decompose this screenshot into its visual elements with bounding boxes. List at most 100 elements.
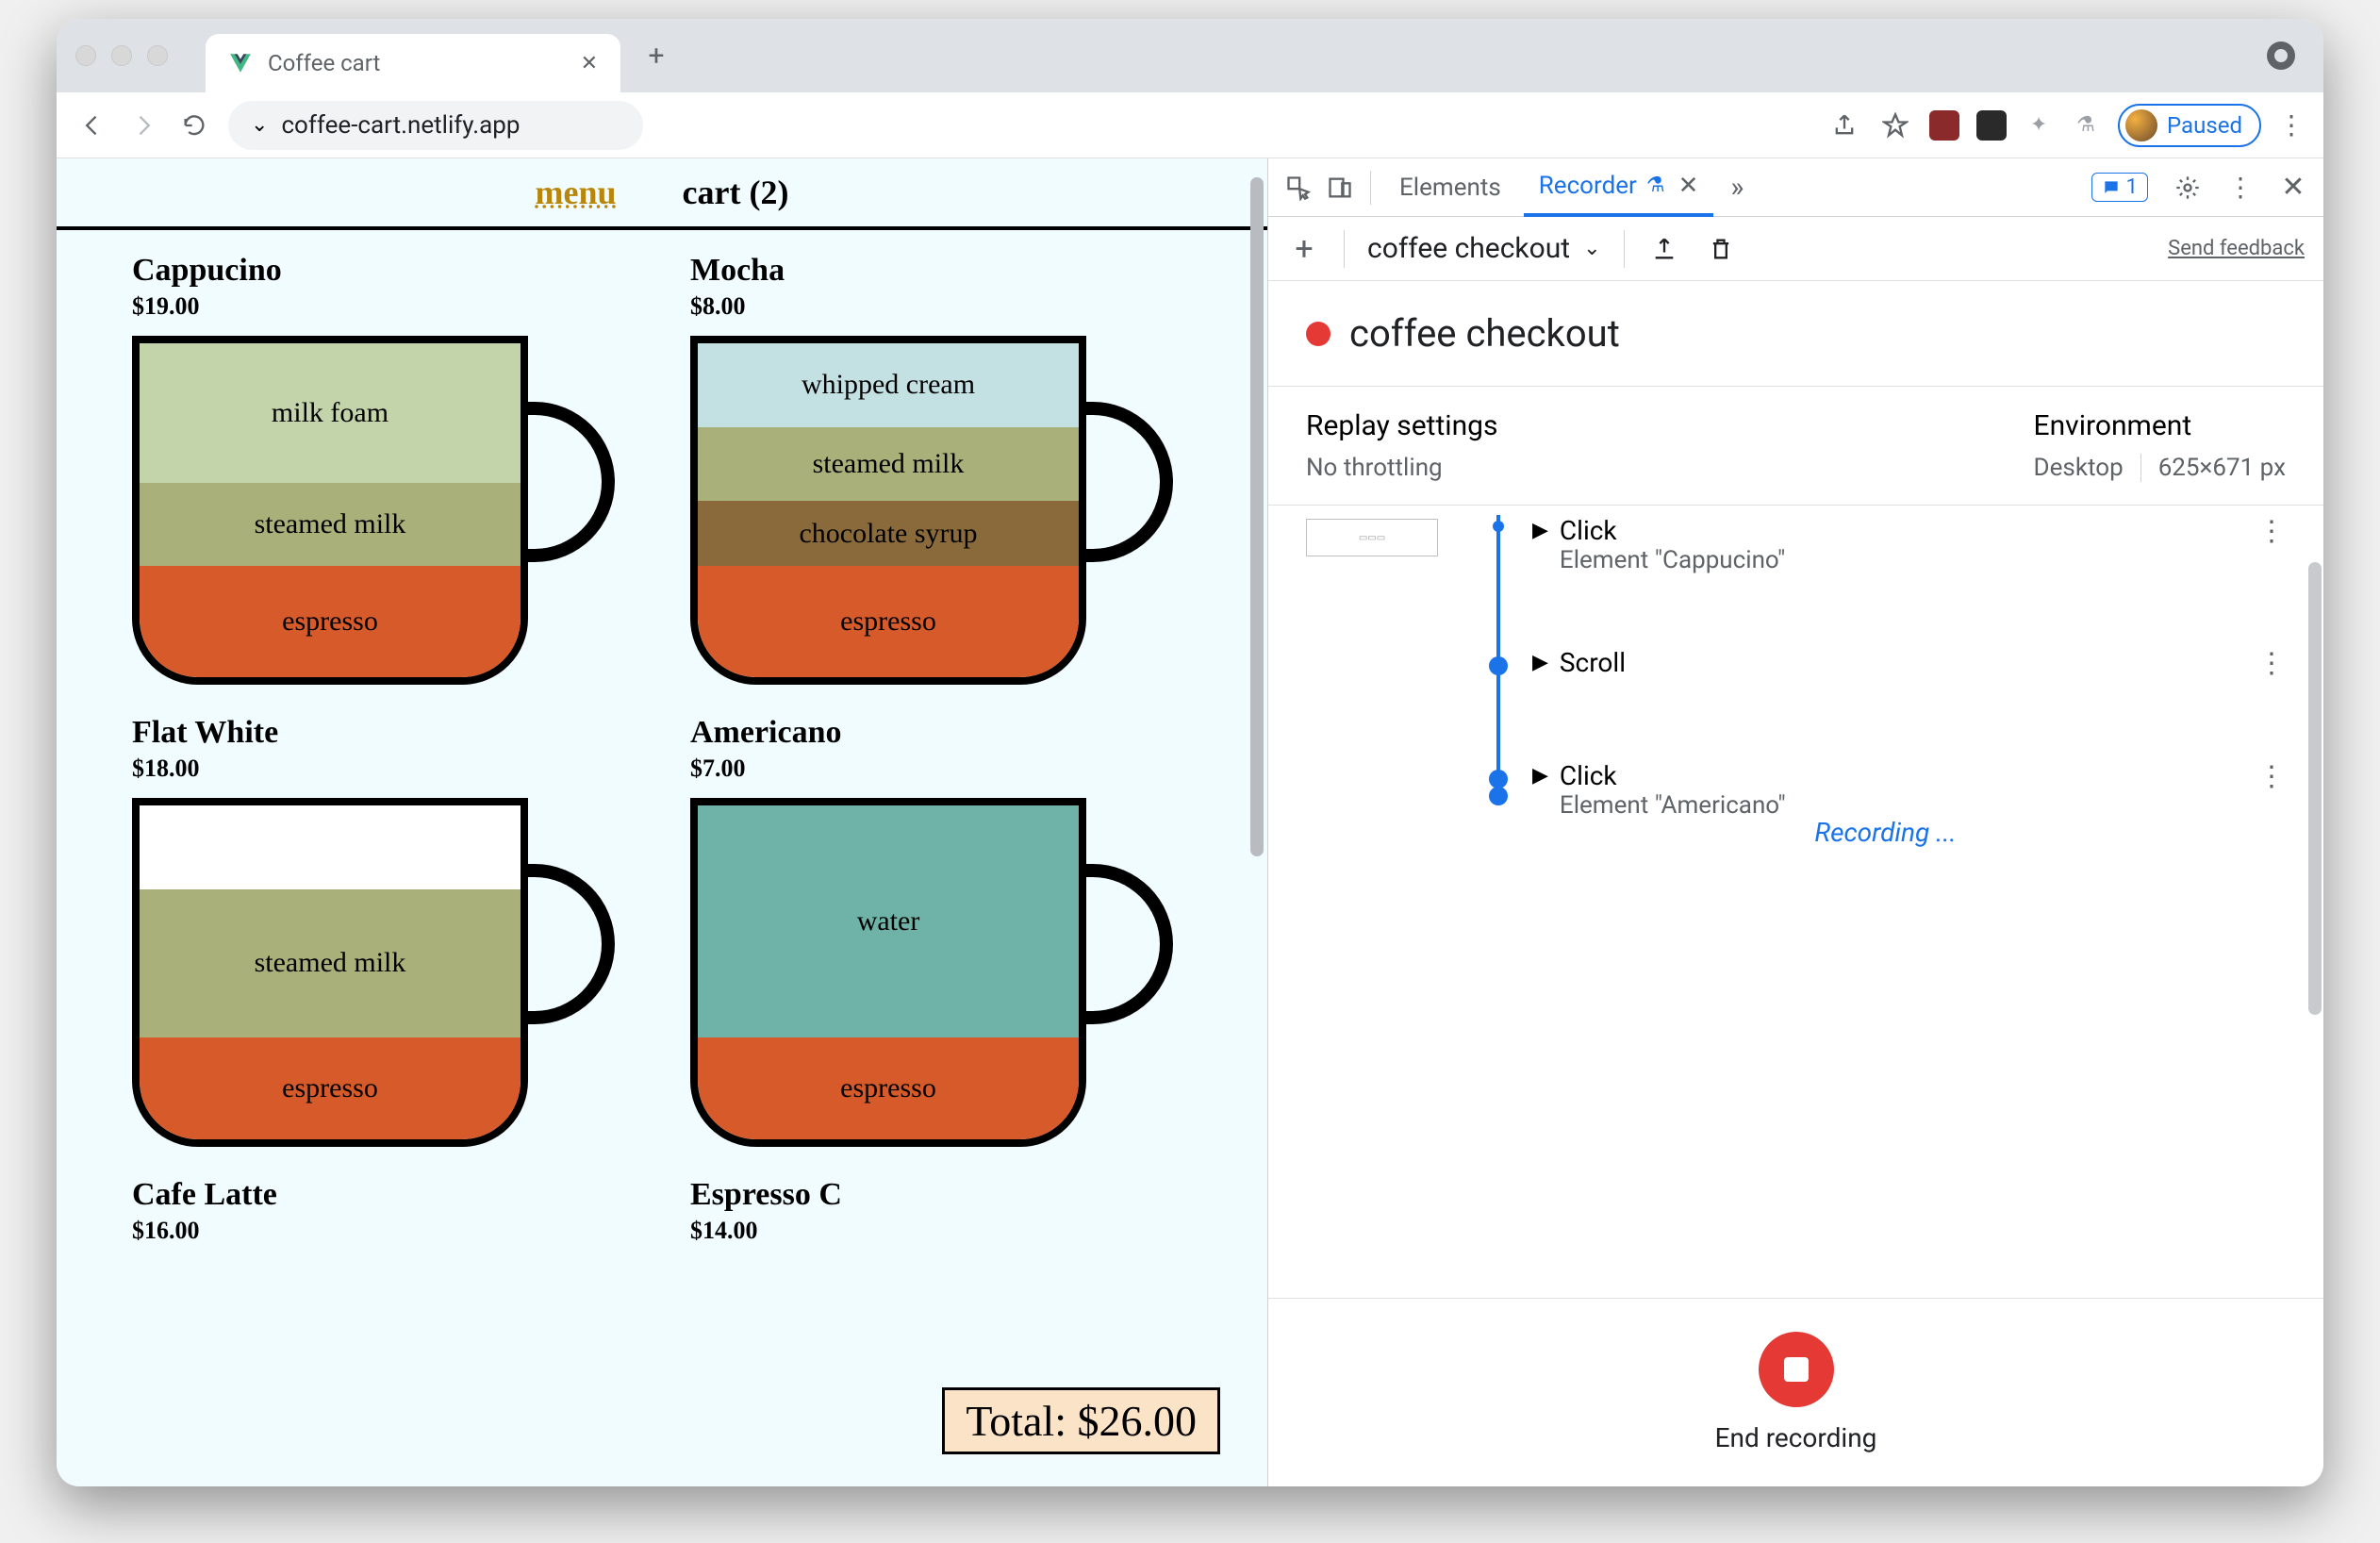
replay-settings-heading: Replay settings: [1306, 409, 1497, 442]
share-icon[interactable]: [1827, 108, 1861, 142]
new-recording-icon[interactable]: +: [1287, 232, 1321, 266]
tab-elements[interactable]: Elements: [1384, 160, 1516, 215]
address-bar: ⌄ coffee-cart.netlify.app ✦ ⚗ Paused ⋮: [57, 92, 2323, 158]
messages-badge[interactable]: 1: [2091, 173, 2148, 202]
back-button[interactable]: [75, 108, 109, 142]
step-menu-icon[interactable]: ⋮: [2257, 647, 2286, 680]
chevron-down-icon: ⌄: [1583, 237, 1600, 260]
cup[interactable]: waterespresso: [690, 798, 1141, 1149]
close-recorder-tab-icon[interactable]: ✕: [1678, 172, 1699, 200]
cup[interactable]: whipped creamsteamed milkchocolate syrup…: [690, 336, 1141, 687]
cup-layer: whipped cream: [698, 343, 1079, 427]
recorder-step[interactable]: ▶ Scroll ⋮: [1532, 647, 2286, 680]
page-scrollbar-thumb[interactable]: [1250, 177, 1264, 856]
profile-indicator-icon[interactable]: [2267, 41, 2295, 70]
cup-layer: espresso: [698, 566, 1079, 677]
forward-button[interactable]: [126, 108, 160, 142]
recorder-step[interactable]: ▶ Click Element "Cappucino" ⋮: [1532, 515, 2286, 574]
device-toolbar-icon[interactable]: [1323, 171, 1357, 205]
step-title: Click: [1560, 515, 1785, 546]
stop-recording-button[interactable]: [1759, 1332, 1834, 1407]
product-card: Cappucino $19.00 milk foamsteamed milkes…: [132, 253, 634, 687]
recorder-step[interactable]: ▶ Click Element "Americano" ⋮: [1532, 760, 2286, 820]
cup[interactable]: milk foamsteamed milkespresso: [132, 336, 583, 687]
url-bar[interactable]: ⌄ coffee-cart.netlify.app: [228, 101, 643, 150]
timeline: ▶ Click Element "Cappucino" ⋮▶ Scroll ⋮▶…: [1485, 515, 2286, 1298]
extension-2-icon[interactable]: [1976, 110, 2007, 141]
nav-link-cart[interactable]: cart (2): [683, 173, 789, 212]
product-price: $8.00: [690, 292, 1192, 321]
devtools-menu-icon[interactable]: ⋮: [2227, 172, 2254, 203]
end-recording-label: End recording: [1715, 1422, 1877, 1453]
bookmark-icon[interactable]: [1878, 108, 1912, 142]
browser-menu-icon[interactable]: ⋮: [2278, 109, 2305, 141]
devtools-scrollbar-thumb[interactable]: [2308, 562, 2322, 1015]
product-price: $18.00: [132, 755, 634, 783]
more-tabs-icon[interactable]: »: [1730, 171, 1744, 204]
cup[interactable]: steamed milkespresso: [132, 798, 583, 1149]
recording-status: Recording ...: [1485, 817, 2286, 848]
cup-handle: [1079, 864, 1173, 1024]
content-row: menu cart (2) Cappucino $19.00 milk foam…: [57, 158, 2323, 1486]
close-devtools-icon[interactable]: ✕: [2276, 171, 2310, 205]
cup-layer: steamed milk: [698, 427, 1079, 502]
cup-handle: [521, 402, 615, 562]
close-tab-icon[interactable]: ✕: [581, 52, 598, 75]
step-subtitle: Element "Cappucino": [1560, 546, 1785, 574]
step-menu-icon[interactable]: ⋮: [2257, 515, 2286, 548]
delete-icon[interactable]: [1704, 232, 1738, 266]
cup-layer: water: [698, 805, 1079, 1037]
close-window[interactable]: [75, 45, 96, 66]
timeline-dot: [1489, 770, 1508, 788]
extension-1-icon[interactable]: [1929, 110, 1959, 141]
expand-step-icon[interactable]: ▶: [1532, 519, 1548, 542]
send-feedback-link[interactable]: Send feedback: [2168, 237, 2305, 260]
step-menu-icon[interactable]: ⋮: [2257, 760, 2286, 793]
page-nav: menu cart (2): [57, 158, 1267, 230]
expand-step-icon[interactable]: ▶: [1532, 651, 1548, 674]
timeline-dot: [1489, 656, 1508, 675]
product-price: $7.00: [690, 755, 1192, 783]
steps-panel: ▭▭▭ ▶ Click Element "Cappucino" ⋮▶ Scrol…: [1268, 506, 2323, 1298]
cup-layer: chocolate syrup: [698, 501, 1079, 566]
devtools-settings-icon[interactable]: [2171, 171, 2205, 205]
expand-step-icon[interactable]: ▶: [1532, 764, 1548, 788]
devtools-panel: Elements Recorder ⚗ ✕ » 1 ⋮ ✕: [1267, 158, 2323, 1486]
flask-icon: ⚗: [1646, 174, 1665, 197]
cup-layer: [140, 805, 521, 889]
cup-layer: espresso: [698, 1037, 1079, 1139]
tab-title: Coffee cart: [268, 50, 566, 76]
profile-paused-pill[interactable]: Paused: [2118, 104, 2261, 147]
recorder-toolbar: + coffee checkout ⌄ Send feedback: [1268, 217, 2323, 281]
nav-link-menu[interactable]: menu: [536, 173, 617, 212]
recording-selector[interactable]: coffee checkout ⌄: [1367, 232, 1601, 265]
product-name: Cafe Latte: [132, 1177, 634, 1213]
extensions-menu-icon[interactable]: ✦: [2024, 110, 2054, 141]
product-name: Americano: [690, 715, 1192, 751]
product-card: Americano $7.00 waterespresso: [690, 715, 1192, 1149]
browser-window: Coffee cart ✕ + ⌄ coffee-cart.netlify.ap…: [57, 19, 2323, 1486]
total-box[interactable]: Total: $26.00: [942, 1387, 1220, 1454]
cup-layer: milk foam: [140, 343, 521, 483]
tab-recorder[interactable]: Recorder ⚗ ✕: [1524, 158, 1714, 217]
new-tab-button[interactable]: +: [639, 39, 673, 73]
timeline-line: [1496, 515, 1500, 788]
timeline-dot: [1493, 521, 1504, 532]
labs-icon[interactable]: ⚗: [2071, 110, 2101, 141]
maximize-window[interactable]: [147, 45, 168, 66]
screenshot-thumbnail[interactable]: ▭▭▭: [1306, 519, 1438, 556]
cup-handle: [1079, 402, 1173, 562]
product-name: Cappucino: [132, 253, 634, 289]
paused-label: Paused: [2167, 112, 2242, 139]
site-info-icon[interactable]: ⌄: [251, 113, 268, 137]
export-icon[interactable]: [1647, 232, 1681, 266]
throttling-value[interactable]: No throttling: [1306, 454, 1497, 482]
product-price: $14.00: [690, 1217, 1192, 1245]
cup-layer: steamed milk: [140, 889, 521, 1037]
avatar-icon: [2125, 109, 2157, 141]
inspect-element-icon[interactable]: [1281, 171, 1315, 205]
browser-tab[interactable]: Coffee cart ✕: [206, 34, 620, 92]
minimize-window[interactable]: [111, 45, 132, 66]
product-name: Mocha: [690, 253, 1192, 289]
reload-button[interactable]: [177, 108, 211, 142]
